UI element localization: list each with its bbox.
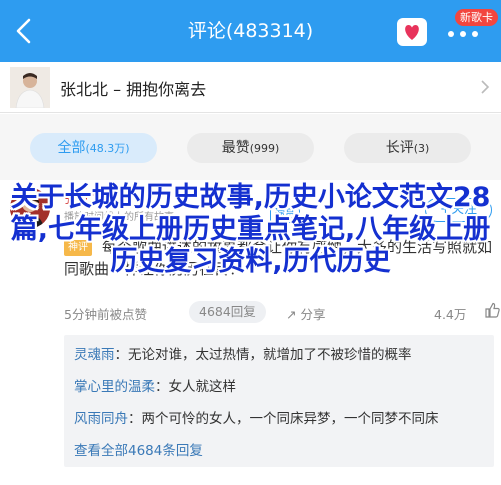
reply-separator: ：	[114, 347, 129, 363]
reply-button[interactable]: 4684回复	[189, 301, 266, 323]
tab-all[interactable]: 全部(48.3万)	[30, 133, 157, 163]
reply-user-name[interactable]: 灵魂雨	[74, 347, 115, 363]
reply-item[interactable]: 风雨同舟：两个可怜的女人，一个同床异梦，一个同梦不同床	[74, 407, 484, 427]
reply-text: 女人就这样	[168, 379, 237, 395]
reply-text: 无论对谁，太过热情，就增加了不被珍惜的概率	[128, 347, 412, 363]
reply-item[interactable]: 掌心里的温柔：女人就这样	[74, 375, 484, 395]
replies-box: 灵魂雨：无论对谁，太过热情，就增加了不被珍惜的概率 掌心里的温柔：女人就这样 风…	[64, 335, 494, 467]
tab-long[interactable]: 长评(3)	[344, 133, 471, 163]
avatar[interactable]	[10, 188, 50, 228]
reply-separator: ：	[128, 411, 142, 427]
comment-user-name[interactable]: 张北北	[64, 188, 106, 208]
song-title: 张北北 – 拥抱你离去	[60, 80, 207, 99]
new-song-card-button[interactable]	[397, 18, 427, 46]
user-badge: 演员	[270, 208, 300, 223]
reply-user-name[interactable]: 掌心里的温柔	[74, 379, 155, 395]
top-bar: 评论(483314) 新歌卡	[0, 0, 501, 62]
share-button[interactable]: ↗ 分享	[286, 304, 325, 323]
reply-item[interactable]: 灵魂雨：无论对谁，太过热情，就增加了不被珍惜的概率	[74, 343, 484, 363]
song-row[interactable]: 张北北 – 拥抱你离去	[0, 62, 501, 113]
comment-time: 5分钟前被点赞	[64, 307, 147, 322]
chevron-right-icon	[478, 78, 492, 96]
comment-user-tag: 播放时间线上的所有故事	[64, 212, 174, 223]
reply-count: 4684回复	[199, 304, 256, 319]
more-icon[interactable]	[446, 29, 480, 39]
new-song-badge: 新歌卡	[455, 9, 498, 26]
heart-icon	[405, 25, 419, 40]
follow-button[interactable]: +关注	[425, 198, 492, 222]
reply-text: 两个可怜的女人，一个同床异梦，一个同梦不同床	[141, 411, 439, 427]
filter-tabs: 全部(48.3万) 最赞(999) 长评(3)	[0, 114, 501, 180]
like-count: 4.4万	[434, 307, 467, 322]
song-cover-image	[10, 67, 50, 108]
share-label: 分享	[300, 307, 326, 322]
comment-text: 每个歌曲讲述的故事都会让你有感触，大多的生活写照就如同歌曲一样让你历历在目！	[64, 238, 493, 278]
comment-meta: 5分钟前被点赞 4684回复 ↗ 分享 4.4万	[64, 301, 500, 323]
thumbs-up-icon[interactable]	[484, 302, 500, 318]
tab-top[interactable]: 最赞(999)	[187, 133, 314, 163]
reply-user-name[interactable]: 风雨同舟	[74, 411, 128, 427]
reply-separator: ：	[155, 379, 169, 395]
share-icon: ↗	[286, 307, 301, 322]
comment-item: 张北北 播放时间线上的所有故事 演员 +关注 神评 每个歌曲讲述的故事都会让你有…	[0, 180, 501, 485]
view-all-replies-link[interactable]: 查看全部4684条回复	[74, 439, 203, 459]
